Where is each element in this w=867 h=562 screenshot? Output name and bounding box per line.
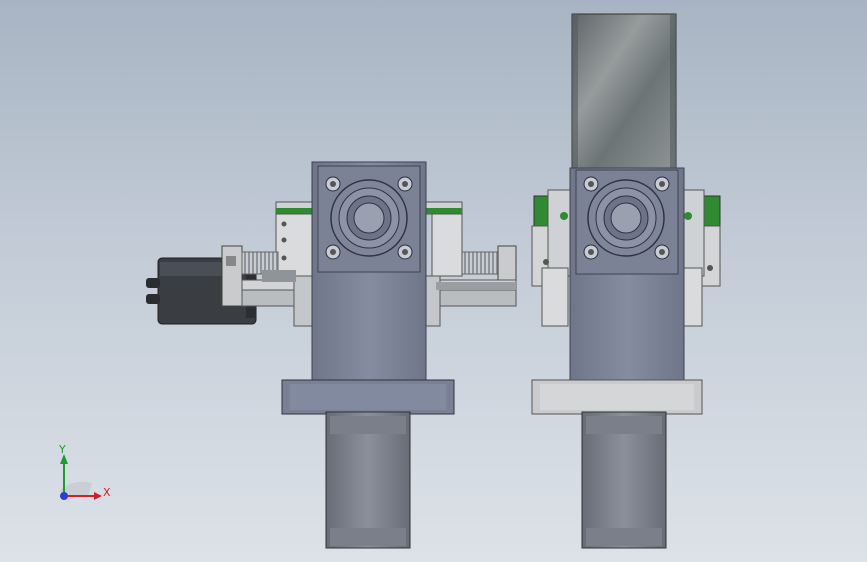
- stepper-motor-right: [581, 411, 667, 549]
- y-axis-label: Y: [59, 443, 66, 456]
- z-axis-dot: [60, 492, 68, 500]
- stepper-motor-left: [325, 411, 411, 549]
- x-axis-label: X: [103, 486, 111, 499]
- coordinate-triad: [59, 454, 102, 502]
- cad-viewport[interactable]: X Y: [0, 0, 867, 562]
- left-assembly[interactable]: [146, 161, 517, 549]
- assembly-model[interactable]: [0, 0, 867, 562]
- right-assembly[interactable]: [531, 13, 721, 549]
- glass-column: [571, 13, 677, 171]
